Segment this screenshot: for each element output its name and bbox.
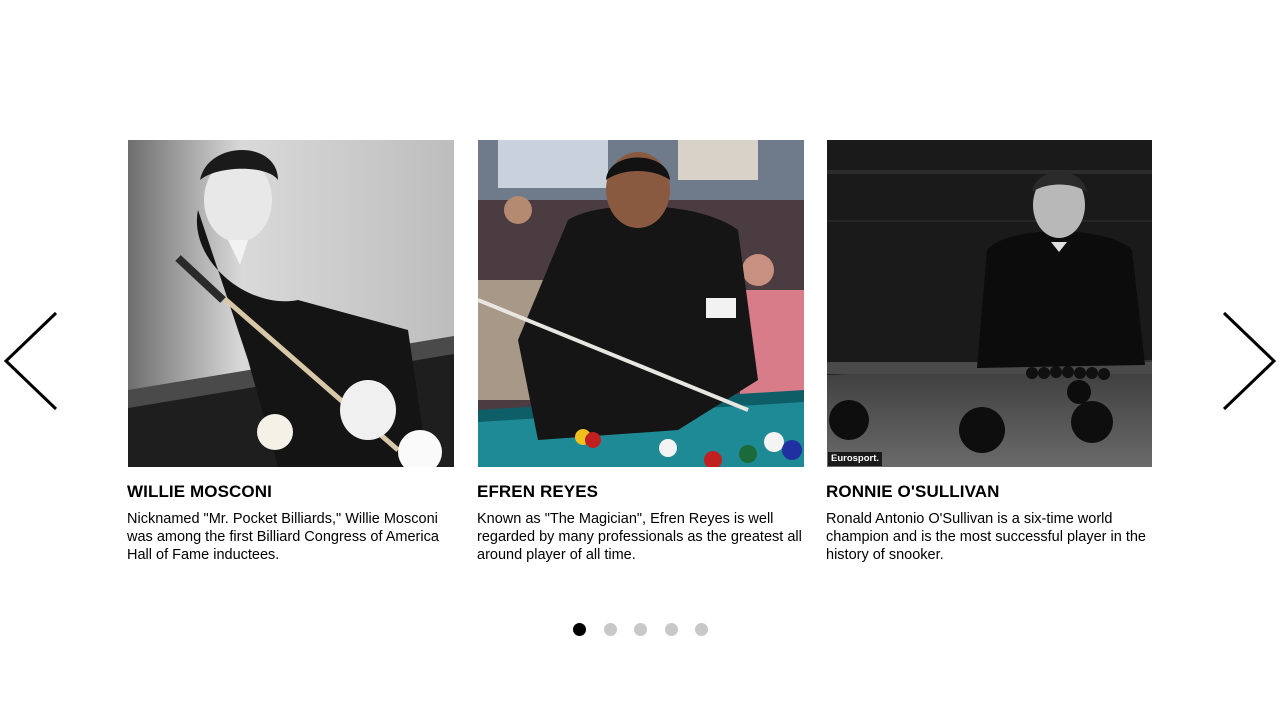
player-card: WILLIE MOSCONI Nicknamed "Mr. Pocket Bil… bbox=[127, 140, 457, 564]
pagination-dot[interactable] bbox=[664, 623, 678, 636]
chevron-right-icon bbox=[1222, 311, 1277, 411]
carousel-prev-button[interactable] bbox=[2, 310, 58, 414]
player-description: Nicknamed "Mr. Pocket Billiards," Willie… bbox=[127, 511, 439, 563]
photo-watermark: Eurosport. bbox=[828, 452, 883, 466]
player-name: EFREN REYES bbox=[477, 482, 599, 501]
chevron-left-icon bbox=[3, 311, 58, 411]
carousel-track: WILLIE MOSCONI Nicknamed "Mr. Pocket Bil… bbox=[127, 140, 1153, 580]
pagination-dot[interactable] bbox=[634, 623, 647, 636]
player-card: Eurosport. RONNIE O'SULLIVAN Ronald Anto… bbox=[826, 140, 1156, 564]
player-photo bbox=[478, 140, 804, 467]
player-photo: Eurosport. bbox=[827, 140, 1152, 467]
carousel-next-button[interactable] bbox=[1222, 310, 1278, 414]
player-name: RONNIE O'SULLIVAN bbox=[826, 482, 1000, 501]
player-name: WILLIE MOSCONI bbox=[127, 482, 272, 501]
carousel-pagination bbox=[573, 623, 708, 636]
pagination-dot[interactable] bbox=[695, 623, 708, 636]
pagination-dot[interactable] bbox=[603, 623, 617, 636]
player-card: EFREN REYES Known as "The Magician", Efr… bbox=[477, 140, 807, 564]
player-photo bbox=[128, 140, 454, 467]
player-description: Ronald Antonio O'Sullivan is a six-time … bbox=[826, 511, 1146, 563]
player-carousel: WILLIE MOSCONI Nicknamed "Mr. Pocket Bil… bbox=[0, 0, 1280, 720]
pagination-dot[interactable] bbox=[573, 623, 586, 636]
player-description: Known as "The Magician", Efren Reyes is … bbox=[477, 511, 802, 563]
